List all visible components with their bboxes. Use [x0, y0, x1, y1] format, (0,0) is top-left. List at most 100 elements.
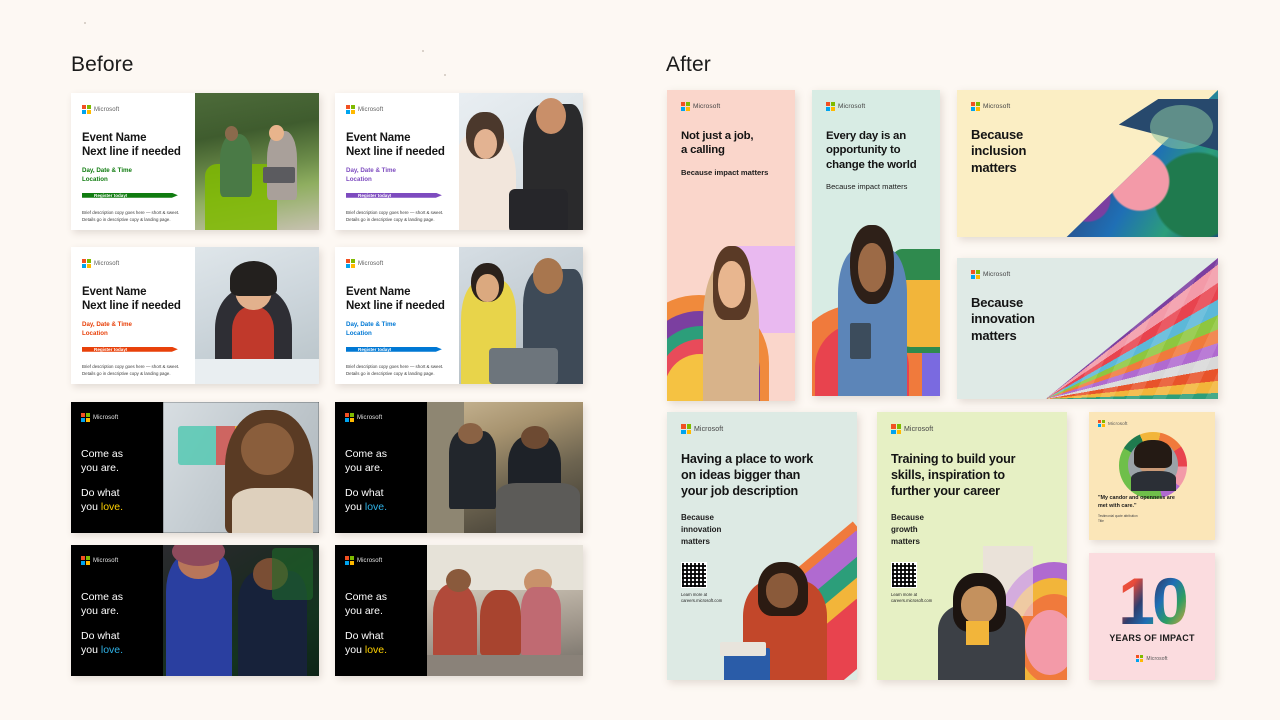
after-card-place-to-work[interactable]: Microsoft Having a place to work on idea… [667, 412, 857, 680]
card-content: Microsoft Training to build your skills,… [877, 412, 1067, 616]
brand-name: Microsoft [357, 557, 383, 564]
card-content: Microsoft Because innovation matters [957, 258, 1218, 356]
after-card-not-just-a-job[interactable]: Microsoft Not just a job, a calling Beca… [667, 90, 795, 401]
description-line-2: Details go in descriptive copy & landing… [346, 370, 435, 376]
dark-headline-1: Come as you are. [81, 448, 153, 476]
after-card-because-innovation[interactable]: Microsoft Because innovation matters [957, 258, 1218, 399]
headline-accent-word: love. [100, 643, 124, 656]
card-content: Microsoft Having a place to work on idea… [667, 412, 857, 616]
microsoft-logo: Microsoft [81, 556, 153, 565]
microsoft-logo-icon [81, 413, 90, 422]
subline-1: Because [891, 512, 924, 522]
headline-line-3: your job description [681, 483, 799, 498]
subline-2: growth [891, 524, 918, 534]
before-dark-card-2[interactable]: Microsoft Come as you are. Do what you l… [335, 402, 583, 533]
headline-line-1: Because [971, 295, 1024, 310]
brand-name: Microsoft [693, 103, 721, 110]
headline-line-1: Come as [81, 448, 124, 460]
register-button[interactable]: Register today! [346, 193, 442, 198]
headline-line-1: Because [971, 127, 1024, 142]
register-button[interactable]: Register today! [346, 347, 442, 352]
headline-line-2: inclusion [971, 143, 1027, 159]
dark-headline-2: Do what you love. [345, 487, 417, 515]
before-event-card-green[interactable]: Microsoft Event Name Next line if needed… [71, 93, 319, 230]
event-headline: Event Name Next line if needed [346, 131, 448, 160]
microsoft-logo: Microsoft [81, 413, 153, 422]
card-subline: Because growth matters [891, 512, 1053, 548]
event-meta: Day, Date & Time Location [346, 321, 448, 339]
microsoft-logo-icon [345, 556, 354, 565]
microsoft-logo: Microsoft [1136, 655, 1167, 663]
subline-3: matters [681, 536, 710, 546]
event-description: Brief description copy goes here — short… [346, 210, 448, 224]
microsoft-logo: Microsoft [891, 424, 1053, 434]
brand-name: Microsoft [983, 103, 1011, 110]
headline-line-1: Event Name [346, 286, 411, 298]
microsoft-logo-icon [1136, 655, 1144, 663]
event-datetime: Day, Date & Time [82, 166, 132, 174]
event-location: Location [346, 329, 372, 337]
headline-line-2: Next line if needed [346, 300, 445, 313]
canvas-marker-dot [422, 50, 424, 52]
register-button[interactable]: Register today! [82, 193, 178, 198]
quote-line-2: met with care." [1098, 502, 1137, 509]
card-text-panel: Microsoft Come as you are. Do what you l… [335, 545, 427, 676]
after-card-change-the-world[interactable]: Microsoft Every day is an opportunity to… [812, 90, 940, 396]
event-location: Location [346, 175, 372, 183]
qr-block: Learn more at careers.microsoft.com [681, 561, 843, 605]
card-headline: Because innovation matters [971, 295, 1204, 344]
qr-code-icon[interactable] [891, 561, 917, 588]
brand-name: Microsoft [357, 414, 383, 421]
ten-years-number: 10 [1118, 563, 1188, 638]
headline-line-3: change the world [826, 158, 917, 171]
event-photo [195, 93, 319, 230]
card-text-panel: Microsoft Come as you are. Do what you l… [335, 402, 427, 533]
card-content: Microsoft Every day is an opportunity to… [812, 90, 940, 204]
headline-line-2: skills, inspiration to [891, 467, 1005, 482]
description-line-1: Brief description copy goes here — short… [82, 209, 180, 215]
brand-name: Microsoft [983, 271, 1011, 278]
dark-headline-2: Do what you love. [81, 487, 153, 515]
after-card-because-inclusion[interactable]: Microsoft Because inclusion matters [957, 90, 1218, 237]
before-dark-card-3[interactable]: Microsoft Come as you are. Do what you l… [71, 545, 319, 676]
brand-name: Microsoft [93, 414, 119, 421]
brand-name: Microsoft [1108, 421, 1128, 426]
before-dark-card-1[interactable]: Microsoft Come as you are. Do what you l… [71, 402, 319, 533]
ten-years-label: YEARS OF IMPACT [1109, 633, 1195, 644]
headline-line-2: you are. [81, 461, 119, 474]
event-location: Location [82, 175, 108, 183]
before-event-card-red[interactable]: Microsoft Event Name Next line if needed… [71, 247, 319, 384]
headline-line-2: Next line if needed [82, 146, 181, 159]
qr-code-icon[interactable] [681, 561, 707, 588]
microsoft-logo: Microsoft [1098, 420, 1206, 427]
after-card-testimonial[interactable]: Microsoft "My candor and openness are me… [1089, 412, 1215, 540]
card-text-panel: Microsoft Event Name Next line if needed… [335, 93, 459, 230]
subline-1: Because [681, 512, 714, 522]
headline-line-1: Come as [345, 448, 388, 460]
card-subline: Because impact matters [826, 182, 908, 192]
microsoft-logo: Microsoft [82, 105, 184, 114]
brand-name: Microsoft [93, 557, 119, 564]
microsoft-logo-icon [345, 413, 354, 422]
description-line-1: Brief description copy goes here — short… [346, 363, 444, 369]
before-section-title: Before [71, 53, 134, 76]
headline-line-1: Not just a job, [681, 130, 754, 142]
headline-line-1: Event Name [82, 132, 147, 144]
after-card-training[interactable]: Microsoft Training to build your skills,… [877, 412, 1067, 680]
headline-accent-word: love. [364, 643, 388, 656]
before-dark-card-4[interactable]: Microsoft Come as you are. Do what you l… [335, 545, 583, 676]
event-photo [459, 93, 583, 230]
register-button[interactable]: Register today! [82, 347, 178, 352]
headline-line-1: Training to build your [891, 452, 1016, 466]
microsoft-logo: Microsoft [345, 413, 417, 422]
card-subline: Because innovation matters [681, 512, 843, 548]
event-description: Brief description copy goes here — short… [82, 210, 184, 224]
event-headline: Event Name Next line if needed [346, 285, 448, 314]
description-line-2: Details go in descriptive copy & landing… [82, 216, 171, 222]
event-datetime: Day, Date & Time [346, 320, 396, 328]
before-event-card-blue[interactable]: Microsoft Event Name Next line if needed… [335, 247, 583, 384]
before-event-card-purple[interactable]: Microsoft Event Name Next line if needed… [335, 93, 583, 230]
headline-line-3: Do what [345, 629, 384, 642]
after-card-ten-years[interactable]: 10 YEARS OF IMPACT Microsoft [1089, 553, 1215, 680]
brand-name: Microsoft [94, 106, 120, 113]
